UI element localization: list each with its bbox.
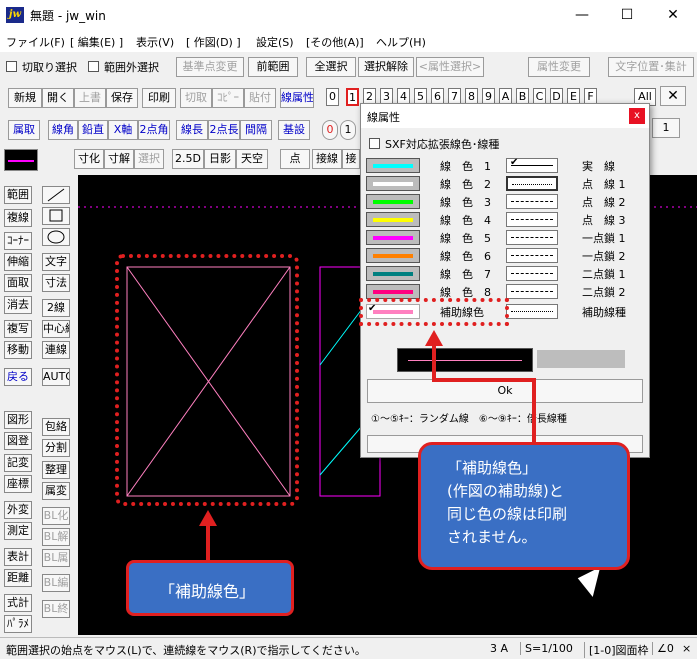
status-paper-size[interactable]: 3 A [490, 642, 508, 655]
callout-right-text: 「補助線色」 (作図の補助線)と 同じ色の線は印刷 されません。 [447, 459, 568, 546]
callout-bottom: 「補助線色」 [126, 560, 294, 616]
callout-right: 「補助線色」 (作図の補助線)と 同じ色の線は印刷 されません。 [418, 442, 630, 570]
status-message: 範囲選択の始点をマウス(L)で、連続線をマウス(R)で指示してください。 [6, 644, 366, 657]
status-bar: 範囲選択の始点をマウス(L)で、連続線をマウス(R)で指示してください。 3 A… [0, 637, 697, 659]
callout-bottom-text: 「補助線色」 [159, 582, 256, 601]
status-extra: × [682, 642, 692, 655]
status-scale[interactable]: S=1/100 [520, 642, 573, 655]
status-layer[interactable]: [1-0]図面枠 [584, 642, 649, 658]
status-angle[interactable]: ∠0 [652, 642, 674, 655]
